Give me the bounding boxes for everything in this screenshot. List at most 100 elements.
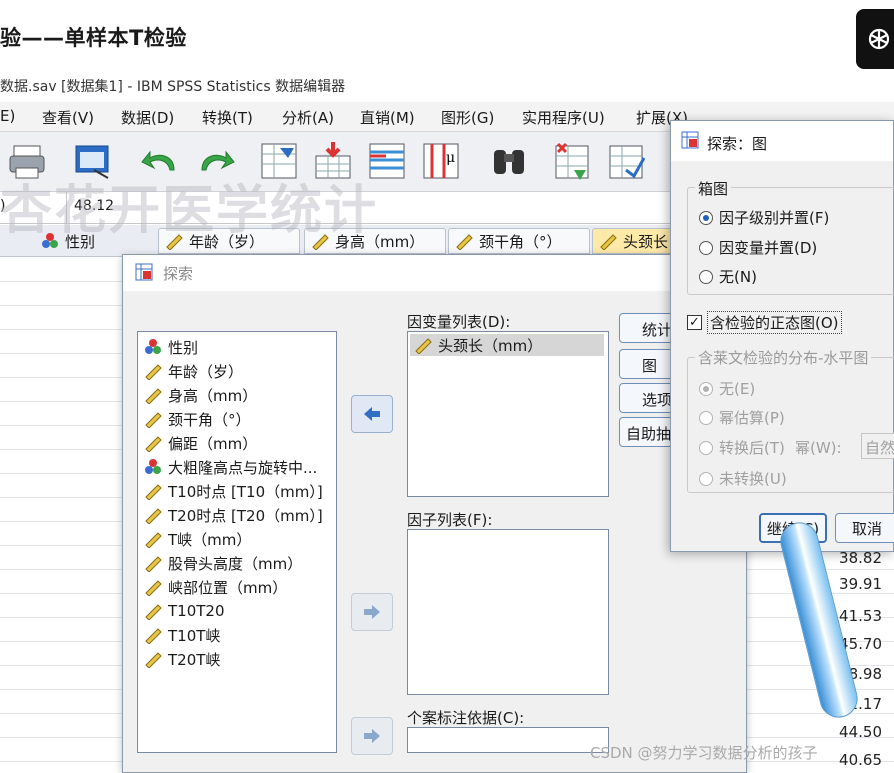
dependent-list[interactable]: 头颈长（mm） <box>407 331 609 497</box>
factor-list[interactable] <box>407 529 609 695</box>
spss-dialog-icon <box>681 131 699 149</box>
variable-item-t-isthmus[interactable]: T峡（mm） <box>144 528 251 550</box>
normality-plots-label: 含检验的正态图(O) <box>707 311 842 334</box>
nominal-icon <box>145 339 161 354</box>
boxplot-group-title: 箱图 <box>695 178 732 199</box>
ruler-icon <box>145 388 162 404</box>
variable-label: T20时点 [T20（mm）] <box>168 506 323 525</box>
column-header-head-neck-length[interactable]: 头颈长 <box>592 228 682 254</box>
radio-label: 无(N) <box>719 268 757 286</box>
move-to-factor-button[interactable] <box>351 593 393 631</box>
spss-dialog-icon <box>135 263 153 281</box>
variable-item-t10[interactable]: T10时点 [T10（mm）] <box>144 480 323 502</box>
spread-level-group-title: 含莱文检验的分布-水平图 <box>695 347 872 368</box>
radio-label: 幂估算(P) <box>719 409 785 427</box>
arrow-right-icon <box>364 605 380 619</box>
dependent-item-head-neck-length[interactable]: 头颈长（mm） <box>410 334 604 356</box>
radio-circle <box>699 440 713 455</box>
csdn-watermark: CSDN @努力学习数据分析的孩子 <box>590 744 818 762</box>
column-header-neck-shaft-angle[interactable]: 颈干角（°） <box>448 228 590 254</box>
spread-transformed-radio[interactable]: 转换后(T) <box>699 437 785 458</box>
variable-item-trochanter[interactable]: 大粗隆高点与旋转中... <box>144 456 317 478</box>
move-to-label-button[interactable] <box>351 717 393 755</box>
ruler-icon <box>145 484 162 500</box>
arrow-left-icon <box>364 407 380 421</box>
variable-label: 偏距（mm） <box>168 434 258 453</box>
split-file-icon[interactable] <box>606 140 648 182</box>
label-cases-field[interactable] <box>407 727 609 753</box>
boxplot-none-radio[interactable]: 无(N) <box>699 266 757 287</box>
ruler-icon <box>145 604 162 620</box>
value-labels-icon[interactable]: μ <box>420 140 462 182</box>
ruler-icon <box>145 652 162 668</box>
ruler-icon <box>145 580 162 596</box>
variable-item-t10t-isthmus[interactable]: T10T峡 <box>144 624 220 646</box>
find-icon[interactable] <box>488 140 530 182</box>
insert-cases-icon[interactable] <box>552 140 594 182</box>
grid-cell[interactable]: 40.65 <box>839 751 882 769</box>
variable-label: 大粗隆高点与旋转中... <box>168 458 318 477</box>
variable-label: T10T20 <box>168 602 225 620</box>
variable-item-isthmus-position[interactable]: 峡部位置（mm） <box>144 576 287 598</box>
source-variable-list[interactable]: 性别 年龄（岁） 身高（mm） 颈干角（°） 偏距（mm） 大粗隆高点与旋转中.… <box>137 331 337 753</box>
variable-item-gender[interactable]: 性别 <box>144 336 198 358</box>
variable-label: 性别 <box>168 338 199 357</box>
grid-cell[interactable]: 39.91 <box>839 575 882 593</box>
chatgpt-logo-icon <box>856 9 894 69</box>
power-select[interactable]: 自然 <box>861 433 894 459</box>
variable-label: 身高（mm） <box>168 386 258 405</box>
ruler-icon <box>456 234 473 250</box>
variable-item-t20[interactable]: T20时点 [T20（mm）] <box>144 504 323 526</box>
move-to-dependent-button[interactable] <box>351 395 393 433</box>
ruler-icon <box>145 412 162 428</box>
variable-label: T10T峡 <box>168 626 221 645</box>
variable-item-t20t-isthmus[interactable]: T20T峡 <box>144 648 220 670</box>
normality-plots-checkbox[interactable]: ✓ <box>687 315 702 330</box>
dependent-list-label: 因变量列表(D): <box>407 313 511 331</box>
radio-circle <box>699 240 713 255</box>
ruler-icon <box>145 532 162 548</box>
menu-view[interactable]: 查看(V) <box>42 107 94 128</box>
menu-edit[interactable]: E) <box>0 107 15 125</box>
radio-circle <box>699 381 713 396</box>
menu-data[interactable]: 数据(D) <box>121 107 174 128</box>
explore-dialog-title: 探索 <box>163 265 194 283</box>
variable-label: T10时点 [T10（mm）] <box>168 482 323 501</box>
variable-label: 股骨头高度（mm） <box>168 554 303 573</box>
nominal-icon <box>145 459 161 474</box>
variable-item-height[interactable]: 身高（mm） <box>144 384 257 406</box>
grid-cell[interactable]: 44.50 <box>839 723 882 741</box>
menu-utilities[interactable]: 实用程序(U) <box>522 107 605 128</box>
plots-dialog-titlebar[interactable]: 探索：图 <box>671 121 893 161</box>
ruler-icon <box>145 436 162 452</box>
ruler-icon <box>145 364 162 380</box>
cancel-button[interactable]: 取消 <box>835 513 894 543</box>
menu-direct-marketing[interactable]: 直销(M) <box>360 107 415 128</box>
app-window-title: 数据.sav [数据集1] - IBM SPSS Statistics 数据编辑… <box>0 70 894 102</box>
ruler-icon <box>600 234 617 250</box>
variable-item-t10t20[interactable]: T10T20 <box>144 600 225 622</box>
slide-title: 验——单样本T检验 <box>0 26 187 50</box>
radio-label: 转换后(T) <box>719 439 785 457</box>
plots-dialog-title: 探索：图 <box>707 135 768 153</box>
spread-untransformed-radio[interactable]: 未转换(U) <box>699 468 787 489</box>
variable-item-neck-shaft-angle[interactable]: 颈干角（°） <box>144 408 251 430</box>
menu-graphs[interactable]: 图形(G) <box>441 107 494 128</box>
boxplot-factor-levels-radio[interactable]: 因子级别并置(F) <box>699 207 829 228</box>
radio-label: 因子级别并置(F) <box>719 209 830 227</box>
menu-transform[interactable]: 转换(T) <box>202 107 253 128</box>
column-header-label: 颈干角（°） <box>479 232 562 251</box>
boxplot-dependents-radio[interactable]: 因变量并置(D) <box>699 237 817 258</box>
ruler-icon <box>145 628 162 644</box>
radio-label: 无(E) <box>719 380 756 398</box>
spread-none-radio[interactable]: 无(E) <box>699 378 755 399</box>
grid-cell[interactable]: 41.53 <box>839 607 882 625</box>
spread-power-estimation-radio[interactable]: 幂估算(P) <box>699 407 785 428</box>
variable-item-femoral-head-height[interactable]: 股骨头高度（mm） <box>144 552 302 574</box>
factor-list-label: 因子列表(F): <box>407 511 493 529</box>
explore-dialog-titlebar[interactable]: 探索 <box>123 255 746 291</box>
variable-item-age[interactable]: 年龄（岁） <box>144 360 243 382</box>
variable-item-offset[interactable]: 偏距（mm） <box>144 432 257 454</box>
ruler-icon <box>415 338 432 354</box>
menu-analyze[interactable]: 分析(A) <box>282 107 334 128</box>
